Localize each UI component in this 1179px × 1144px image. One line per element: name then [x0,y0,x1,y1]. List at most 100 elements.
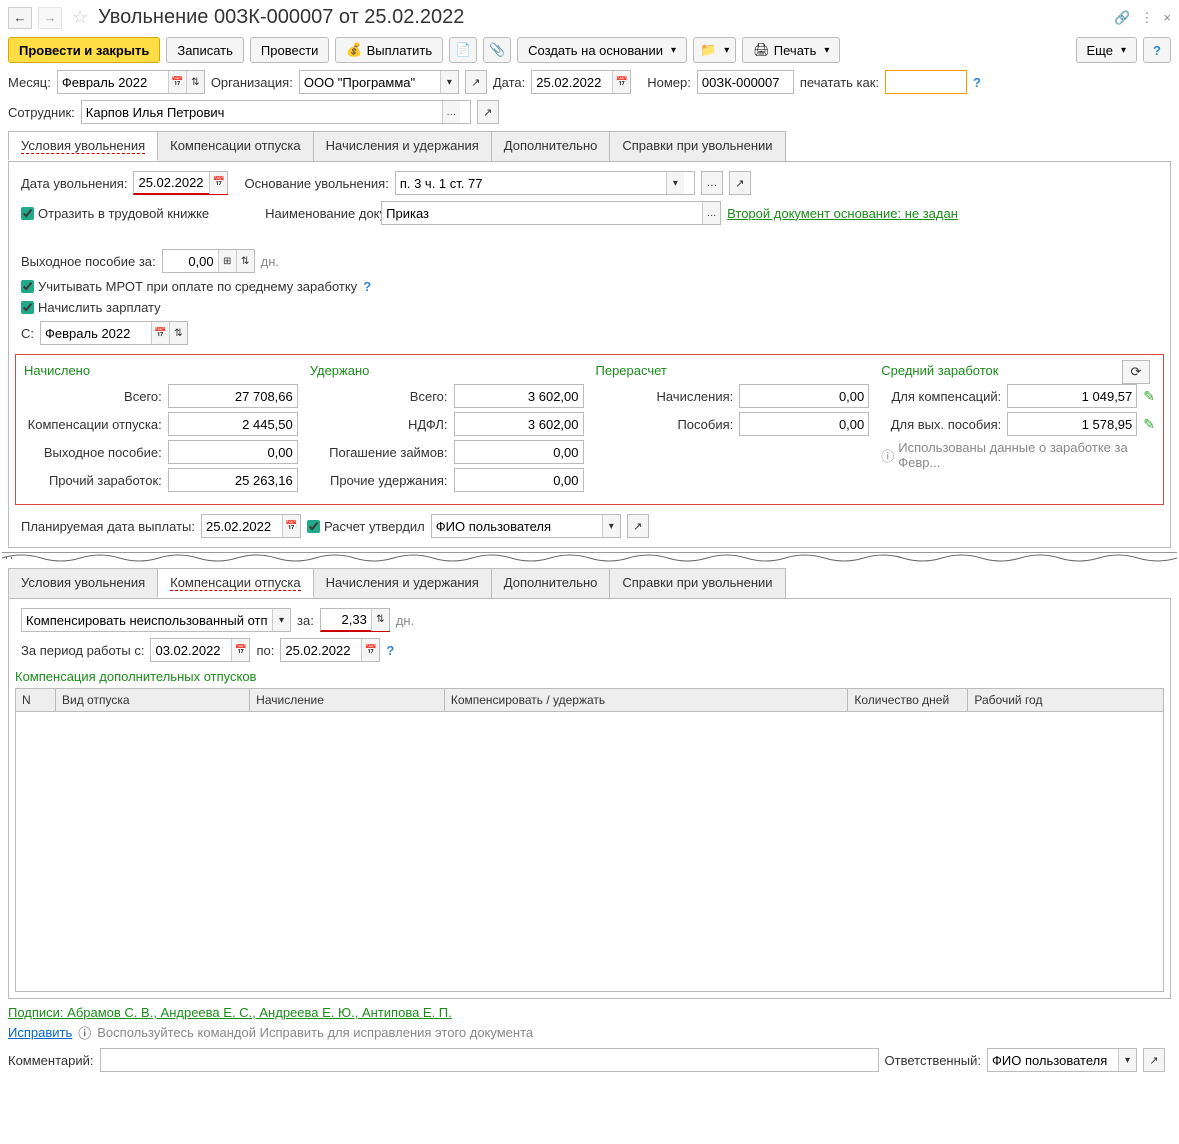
period-to-input[interactable]: 📅 [280,638,380,662]
second-doc-link[interactable]: Второй документ основание: не задан [727,206,958,221]
reflect-checkbox[interactable]: Отразить в трудовой книжке [21,206,209,221]
responsible-input[interactable]: ▾ [987,1048,1137,1072]
favorite-star-icon[interactable]: ☆ [72,7,88,28]
kebab-menu-icon[interactable]: ⋮ [1140,10,1153,26]
help-button[interactable]: ? [1143,37,1171,63]
org-input[interactable]: ▾ [299,70,459,94]
help-icon[interactable]: ? [386,643,394,658]
mrot-checkbox[interactable]: Учитывать МРОТ при оплате по среднему за… [21,279,357,294]
spinner-icon[interactable]: ⇅ [236,250,254,272]
accrue-checkbox[interactable]: Начислить зарплату [21,300,161,315]
calendar-icon[interactable]: 📅 [282,515,300,537]
date-input[interactable]: 📅 [531,70,631,94]
for-input[interactable]: ⇅ [320,608,390,632]
ellipsis-icon[interactable]: … [442,101,460,123]
dropdown-icon[interactable]: ▾ [602,515,620,537]
tab-vacation-compensation-2[interactable]: Компенсации отпуска [157,568,314,598]
pay-button[interactable]: 💰Выплатить [335,37,443,63]
help-icon[interactable]: ? [363,279,371,294]
approved-by-input[interactable]: ▾ [431,514,621,538]
create-based-button[interactable]: Создать на основании [517,37,687,63]
tab-additional-2[interactable]: Дополнительно [491,568,611,598]
dismiss-date-input[interactable]: 📅 [133,171,228,195]
basis-ellipsis-button[interactable]: … [701,171,723,195]
edit-pencil-icon[interactable]: ✎ [1143,388,1155,405]
tab-dismissal-conditions[interactable]: Условия увольнения [8,131,158,161]
tab-accruals[interactable]: Начисления и удержания [313,131,492,161]
accrued-total[interactable] [168,384,298,408]
more-button[interactable]: Еще [1076,37,1137,63]
employee-label: Сотрудник: [8,105,75,120]
basis-input[interactable]: ▾ [395,171,695,195]
tab-certificates[interactable]: Справки при увольнении [609,131,785,161]
save-button[interactable]: Записать [166,37,244,63]
approved-checkbox[interactable]: Расчет утвердил [307,519,425,534]
calendar-icon[interactable]: 📅 [209,172,227,194]
spinner-icon[interactable]: ⇅ [169,322,187,344]
from-input[interactable]: 📅⇅ [40,321,188,345]
dropdown-icon[interactable]: ▾ [440,71,458,93]
refresh-button[interactable]: ⟳ [1122,360,1150,384]
post-button[interactable]: Провести [250,37,330,63]
basis-label: Основание увольнения: [244,176,388,191]
link-icon[interactable]: 🔗 [1114,10,1130,26]
ndfl-value[interactable] [454,412,584,436]
calendar-icon[interactable]: 📅 [361,639,379,661]
sev-value[interactable] [168,440,298,464]
table-body-empty[interactable] [15,712,1164,992]
avg-comp-value[interactable] [1007,384,1137,408]
tab-accruals-2[interactable]: Начисления и удержания [313,568,492,598]
calendar-icon[interactable]: 📅 [612,71,630,93]
loan-value[interactable] [454,440,584,464]
number-input[interactable] [697,70,794,94]
recalc-acc-value[interactable] [739,384,869,408]
ellipsis-icon[interactable]: … [702,202,720,224]
print-button[interactable]: 🖨Печать [742,37,840,63]
signatures-link[interactable]: Подписи: Абрамов С. В., Андреева Е. С., … [8,1005,452,1020]
print-as-input[interactable] [885,70,967,94]
dropdown-icon[interactable]: ▾ [1118,1049,1136,1071]
month-input[interactable]: 📅⇅ [57,70,205,94]
avg-sev-value[interactable] [1007,412,1137,436]
attach-icon-button[interactable]: 📎 [483,37,511,63]
basis-open-button[interactable]: ↗ [729,171,751,195]
fix-link[interactable]: Исправить [8,1025,72,1040]
other-with-value[interactable] [454,468,584,492]
other-value[interactable] [168,468,298,492]
comp-select[interactable]: ▾ [21,608,291,632]
calc-icon[interactable]: ⊞ [218,250,236,272]
close-window-icon[interactable]: × [1163,10,1171,25]
tab-dismissal-conditions-2[interactable]: Условия увольнения [8,568,158,598]
comment-input[interactable] [100,1048,879,1072]
nav-back-button[interactable]: ← [8,7,32,29]
responsible-open-button[interactable]: ↗ [1143,1048,1165,1072]
folder-dropdown-button[interactable]: 📁 [693,37,736,63]
nav-forward-button[interactable]: → [38,7,62,29]
calendar-icon[interactable]: 📅 [231,639,249,661]
tab-additional[interactable]: Дополнительно [491,131,611,161]
help-icon[interactable]: ? [973,75,981,90]
dropdown-icon[interactable]: ▾ [272,609,290,631]
calendar-icon[interactable]: 📅 [151,322,169,344]
tab-certificates-2[interactable]: Справки при увольнении [609,568,785,598]
org-open-button[interactable]: ↗ [465,70,487,94]
approved-open-button[interactable]: ↗ [627,514,649,538]
calendar-icon[interactable]: 📅 [168,71,186,93]
doc-name-input[interactable]: … [381,201,721,225]
edit-pencil-icon[interactable]: ✎ [1143,416,1155,433]
tab-vacation-compensation[interactable]: Компенсации отпуска [157,131,314,161]
spinner-icon[interactable]: ⇅ [371,609,389,631]
pay-date-input[interactable]: 📅 [201,514,301,538]
withheld-total[interactable] [454,384,584,408]
recalc-ben-value[interactable] [739,412,869,436]
dismiss-date-label: Дата увольнения: [21,176,127,191]
employee-open-button[interactable]: ↗ [477,100,499,124]
severance-input[interactable]: ⊞⇅ [162,249,255,273]
spinner-icon[interactable]: ⇅ [186,71,204,93]
employee-input[interactable]: … [81,100,471,124]
comp-value[interactable] [168,412,298,436]
doc-icon-button[interactable]: 📄 [449,37,477,63]
dropdown-icon[interactable]: ▾ [666,172,684,194]
period-from-input[interactable]: 📅 [150,638,250,662]
post-and-close-button[interactable]: Провести и закрыть [8,37,160,63]
